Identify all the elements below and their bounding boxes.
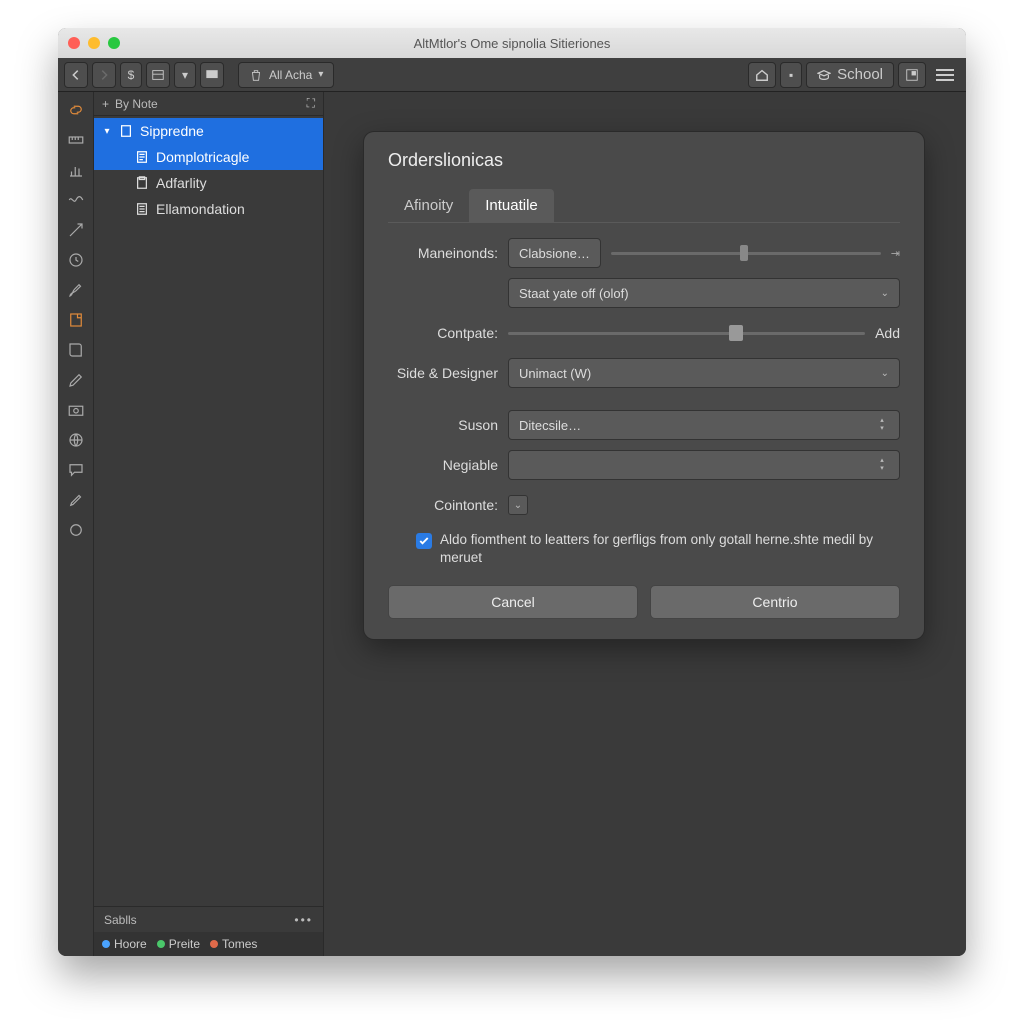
- auto-checkbox[interactable]: [416, 533, 432, 549]
- home-icon: [755, 68, 769, 82]
- rail-clock-icon[interactable]: [64, 248, 88, 272]
- rail-arrow-icon[interactable]: [64, 218, 88, 242]
- maneionds-slider[interactable]: [611, 243, 881, 263]
- chevron-down-icon: ⌄: [881, 288, 889, 299]
- tab-intuatile[interactable]: Intuatile: [469, 189, 554, 222]
- rail-chat-icon[interactable]: [64, 458, 88, 482]
- settings-dialog: Orderslionicas Afinoity Intuatile Manein…: [364, 132, 924, 639]
- contpate-label: Contpate:: [388, 325, 498, 341]
- tree-item-adfarlity[interactable]: Adfarlity: [94, 170, 323, 196]
- chevron-down-icon: ⌄: [881, 368, 889, 379]
- contpate-slider[interactable]: [508, 323, 865, 343]
- side-panel: + By Note ⛶ ▾ Sippredne Domplotricagle A…: [94, 92, 324, 956]
- panel-toggle-button[interactable]: [898, 62, 926, 88]
- negiable-combo[interactable]: ▴▾: [508, 450, 900, 480]
- rail-circle-icon[interactable]: [64, 518, 88, 542]
- clipboard-icon: [134, 175, 150, 191]
- suson-label: Suson: [388, 417, 498, 433]
- rail-link-icon[interactable]: [64, 98, 88, 122]
- list-icon: [134, 201, 150, 217]
- rail-camera-icon[interactable]: [64, 398, 88, 422]
- rail-note-icon[interactable]: [64, 308, 88, 332]
- maneionds-label: Maneinonds:: [388, 245, 498, 261]
- negiable-label: Negiable: [388, 457, 498, 473]
- side-designer-select[interactable]: Unimact (W) ⌄: [508, 358, 900, 388]
- present-button[interactable]: [200, 62, 224, 88]
- tree-item-ellamondation[interactable]: Ellamondation: [94, 196, 323, 222]
- app-window: AltMtlor's Ome sipnolia Sitieriones $ ▾ …: [58, 28, 966, 956]
- school-button[interactable]: School: [806, 62, 894, 88]
- rail-edit-icon[interactable]: [64, 488, 88, 512]
- school-label: School: [837, 66, 883, 83]
- tab-afinoity[interactable]: Afinoity: [388, 189, 469, 222]
- forward-button[interactable]: [92, 62, 116, 88]
- tag-tomes[interactable]: Tomes: [210, 937, 257, 951]
- back-button[interactable]: [64, 62, 88, 88]
- panel-header-label: By Note: [115, 97, 158, 111]
- tree-item-label: Sippredne: [140, 123, 204, 139]
- rail-book-icon[interactable]: [64, 338, 88, 362]
- add-button[interactable]: Add: [875, 325, 900, 341]
- maneionds-combo[interactable]: Clabsione…: [508, 238, 601, 268]
- window-title: AltMtlor's Ome sipnolia Sitieriones: [58, 36, 966, 51]
- rail-brush-icon[interactable]: [64, 278, 88, 302]
- tool-rail: [58, 92, 94, 956]
- tree-item-label: Ellamondation: [156, 201, 245, 217]
- rail-chart-icon[interactable]: [64, 158, 88, 182]
- stepper-icon[interactable]: ▴▾: [875, 457, 889, 473]
- more-button[interactable]: •••: [294, 913, 313, 927]
- dollar-button[interactable]: $: [120, 62, 142, 88]
- cointonte-toggle[interactable]: ⌄: [508, 495, 528, 515]
- tree-item-sippredne[interactable]: ▾ Sippredne: [94, 118, 323, 144]
- side-designer-label: Side & Designer: [388, 365, 498, 381]
- rail-wave-icon[interactable]: [64, 188, 88, 212]
- add-item-button[interactable]: +: [102, 97, 109, 111]
- dialog-title: Orderslionicas: [388, 150, 900, 171]
- trash-icon: [249, 68, 263, 82]
- footer-label: Sablls: [104, 913, 137, 927]
- cancel-button[interactable]: Cancel: [388, 585, 638, 619]
- dropdown-caret-button[interactable]: ▾: [174, 62, 196, 88]
- tag-bar: Hoore Preite Tomes: [94, 932, 323, 956]
- tag-hoore[interactable]: Hoore: [102, 937, 147, 951]
- tag-preite[interactable]: Preite: [157, 937, 200, 951]
- graduation-icon: [817, 68, 831, 82]
- panel-footer: Sablls •••: [94, 906, 323, 932]
- slider-end-icon: ⇥: [891, 247, 900, 260]
- rail-pen-icon[interactable]: [64, 368, 88, 392]
- document-icon: [134, 149, 150, 165]
- minimize-window-button[interactable]: [88, 37, 100, 49]
- rail-ruler-icon[interactable]: [64, 128, 88, 152]
- item-tree: ▾ Sippredne Domplotricagle Adfarlity Ell…: [94, 116, 323, 224]
- window-controls: [68, 37, 120, 49]
- breadcrumb-dropdown[interactable]: All Acha ▾: [238, 62, 334, 88]
- rail-globe-icon[interactable]: [64, 428, 88, 452]
- document-icon: [118, 123, 134, 139]
- chevron-down-icon[interactable]: ▾: [102, 126, 112, 137]
- auto-checkbox-label: Aldo fiomthent to leatters for gerfligs …: [440, 531, 900, 567]
- confirm-button[interactable]: Centrio: [650, 585, 900, 619]
- expand-icon[interactable]: ⛶: [307, 96, 315, 111]
- dialog-tabs: Afinoity Intuatile: [388, 189, 900, 223]
- tree-item-label: Domplotricagle: [156, 149, 249, 165]
- home-button[interactable]: [748, 62, 776, 88]
- menu-button[interactable]: [930, 63, 960, 87]
- panel-header: + By Note ⛶: [94, 92, 323, 116]
- flag-button[interactable]: ▪: [780, 62, 802, 88]
- tree-item-domplotricagle[interactable]: Domplotricagle: [94, 144, 323, 170]
- close-window-button[interactable]: [68, 37, 80, 49]
- main-area: Orderslionicas Afinoity Intuatile Manein…: [324, 92, 966, 956]
- zoom-window-button[interactable]: [108, 37, 120, 49]
- breadcrumb-label: All Acha: [269, 68, 312, 82]
- suson-combo[interactable]: Ditecsile… ▴▾: [508, 410, 900, 440]
- stepper-icon[interactable]: ▴▾: [875, 417, 889, 433]
- staat-select[interactable]: Staat yate off (olof) ⌄: [508, 278, 900, 308]
- main-toolbar: $ ▾ All Acha ▾ ▪ School: [58, 58, 966, 92]
- titlebar: AltMtlor's Ome sipnolia Sitieriones: [58, 28, 966, 58]
- cointonte-label: Cointonte:: [388, 497, 498, 513]
- tree-item-label: Adfarlity: [156, 175, 207, 191]
- layout-button[interactable]: [146, 62, 170, 88]
